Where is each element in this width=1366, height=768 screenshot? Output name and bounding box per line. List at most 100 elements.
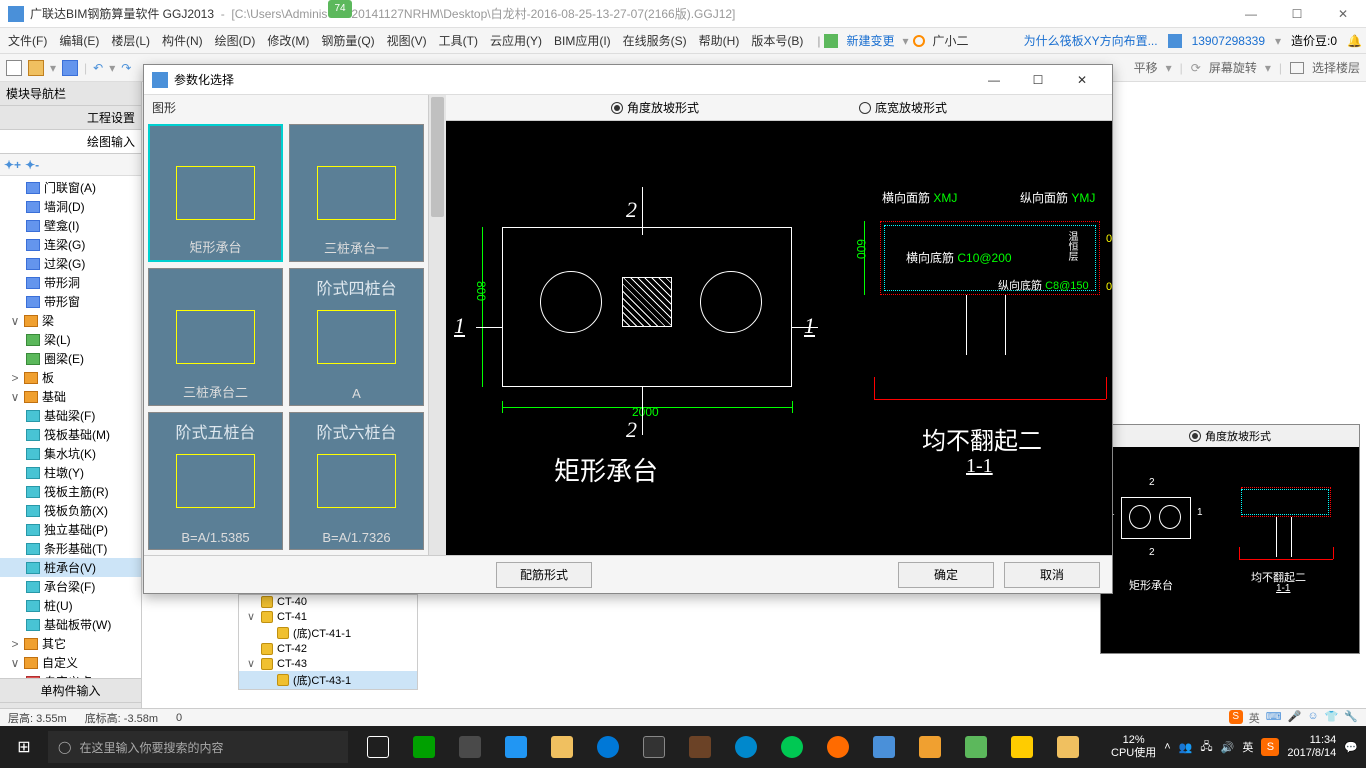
preview-radio-angle[interactable]: 角度放坡形式 [1205, 428, 1271, 444]
tray-smile-icon[interactable]: ☺ [1307, 710, 1318, 726]
select-floor-button[interactable]: 选择楼层 [1312, 59, 1360, 76]
tree-node[interactable]: 筏板主筋(R) [0, 482, 141, 501]
radio-angle-slope[interactable]: 角度放坡形式 [611, 99, 699, 116]
maximize-button[interactable]: ☐ [1274, 0, 1320, 28]
tree-node[interactable]: 承台梁(F) [0, 577, 141, 596]
tree-node[interactable]: ∨自定义 [0, 653, 141, 672]
tray-people-icon[interactable]: 👥 [1179, 741, 1193, 754]
tree-node[interactable]: 过梁(G) [0, 254, 141, 273]
task-folder[interactable] [540, 726, 584, 768]
component-tree[interactable]: 门联窗(A)墙洞(D)壁龛(I)连梁(G)过梁(G)带形洞带形窗∨梁梁(L)圈梁… [0, 176, 141, 678]
task-app7[interactable] [816, 726, 860, 768]
task-app9[interactable] [908, 726, 952, 768]
menu-modify[interactable]: 修改(M) [263, 30, 313, 51]
tree-node[interactable]: 筏板负筋(X) [0, 501, 141, 520]
tree-node[interactable]: 柱墩(Y) [0, 463, 141, 482]
pan-button[interactable]: 平移 [1134, 59, 1158, 76]
tree-node[interactable]: 墙洞(D) [0, 197, 141, 216]
task-app2[interactable] [448, 726, 492, 768]
collapse-icon[interactable]: ✦- [25, 158, 39, 172]
tree-node[interactable]: 桩(U) [0, 596, 141, 615]
tray-ime-icon[interactable]: 英 [1242, 739, 1253, 755]
shape-thumbnail[interactable]: 阶式五桩台B=A/1.5385 [148, 412, 283, 550]
tray-chevron-up-icon[interactable]: ˄ [1164, 741, 1170, 753]
task-app4[interactable] [678, 726, 722, 768]
user-label[interactable]: 广小二 [929, 30, 973, 51]
shape-thumbnail[interactable]: 矩形承台 [148, 124, 283, 262]
component-list-tree[interactable]: CT-40∨CT-41(底)CT-41-1CT-42∨CT-43(底)CT-43… [238, 594, 418, 690]
minimize-button[interactable]: — [1228, 0, 1274, 28]
reinforcement-form-button[interactable]: 配筋形式 [496, 562, 592, 588]
tree-node[interactable]: 独立基础(P) [0, 520, 141, 539]
ime-lang[interactable]: 英 [1249, 710, 1260, 726]
tree-node[interactable]: 筏板基础(M) [0, 425, 141, 444]
task-app5[interactable] [724, 726, 768, 768]
tree-node[interactable]: >板 [0, 368, 141, 387]
tree-node[interactable]: 集水坑(K) [0, 444, 141, 463]
close-button[interactable]: ✕ [1320, 0, 1366, 28]
single-input-tab[interactable]: 单构件输入 [0, 678, 141, 702]
new-change-button[interactable]: 新建变更 [842, 30, 898, 51]
save-icon[interactable] [62, 60, 78, 76]
tree-node[interactable]: 带形洞 [0, 273, 141, 292]
ime-sogou-icon[interactable]: S [1229, 710, 1243, 724]
undo-icon[interactable]: ↶ [93, 61, 103, 75]
list-item[interactable]: ∨CT-43 [239, 656, 417, 671]
search-box[interactable]: ◯ 在这里输入你要搜索的内容 [48, 731, 348, 763]
tray-volume-icon[interactable]: 🔊 [1221, 741, 1235, 754]
rotate-button[interactable]: 屏幕旋转 [1209, 59, 1257, 76]
menu-cloud[interactable]: 云应用(Y) [486, 30, 546, 51]
tray-notifications-icon[interactable]: 💬 [1344, 741, 1358, 754]
list-item[interactable]: (底)CT-41-1 [239, 624, 417, 642]
dialog-minimize-button[interactable]: — [972, 66, 1016, 94]
phone-label[interactable]: 13907298339 [1192, 34, 1265, 48]
task-view-icon[interactable] [356, 726, 400, 768]
redo-icon[interactable]: ↷ [121, 61, 131, 75]
task-app3[interactable] [494, 726, 538, 768]
tray-clock[interactable]: 11:34 2017/8/14 [1287, 734, 1336, 760]
menu-draw[interactable]: 绘图(D) [211, 30, 260, 51]
start-button[interactable]: ⊞ [0, 726, 48, 768]
menu-tools[interactable]: 工具(T) [435, 30, 482, 51]
shape-thumbnail[interactable]: 阶式四桩台A [289, 268, 424, 406]
new-icon[interactable] [6, 60, 22, 76]
tree-node[interactable]: 基础梁(F) [0, 406, 141, 425]
task-app12[interactable] [1046, 726, 1090, 768]
tray-network-icon[interactable]: 🖧 [1200, 738, 1212, 757]
task-app8[interactable] [862, 726, 906, 768]
tree-node[interactable]: 梁(L) [0, 330, 141, 349]
shape-thumbnail[interactable]: 三桩承台一 [289, 124, 424, 262]
tray-keyboard-icon[interactable]: ⌨ [1266, 710, 1282, 726]
menu-bim[interactable]: BIM应用(I) [550, 30, 615, 51]
tree-node[interactable]: 桩承台(V) [0, 558, 141, 577]
menu-rebar[interactable]: 钢筋量(Q) [317, 30, 378, 51]
thumbnail-scrollbar[interactable] [428, 95, 446, 555]
tree-node[interactable]: 圈梁(E) [0, 349, 141, 368]
tab-project-settings[interactable]: 工程设置 [0, 106, 141, 130]
tray-sogou-icon[interactable]: S [1261, 738, 1279, 756]
task-edge[interactable] [586, 726, 630, 768]
tree-node[interactable]: >其它 [0, 634, 141, 653]
task-store[interactable] [632, 726, 676, 768]
expand-icon[interactable]: ✦+ [4, 158, 21, 172]
menu-edit[interactable]: 编辑(E) [55, 30, 103, 51]
menu-component[interactable]: 构件(N) [158, 30, 207, 51]
open-icon[interactable] [28, 60, 44, 76]
ok-button[interactable]: 确定 [898, 562, 994, 588]
menu-view[interactable]: 视图(V) [383, 30, 431, 51]
menu-floor[interactable]: 楼层(L) [107, 30, 154, 51]
tab-drawing-input[interactable]: 绘图输入 [0, 130, 141, 154]
tray-shirt-icon[interactable]: 👕 [1325, 710, 1339, 726]
tray-mic-icon[interactable]: 🎤 [1288, 710, 1302, 726]
shape-thumbnail[interactable]: 阶式六桩台B=A/1.7326 [289, 412, 424, 550]
cancel-button[interactable]: 取消 [1004, 562, 1100, 588]
dialog-close-button[interactable]: ✕ [1060, 66, 1104, 94]
menu-online[interactable]: 在线服务(S) [619, 30, 691, 51]
menu-version[interactable]: 版本号(B) [747, 30, 807, 51]
radio-width-slope[interactable]: 底宽放坡形式 [859, 99, 947, 116]
tree-node[interactable]: 基础板带(W) [0, 615, 141, 634]
tip-link[interactable]: 为什么筏板XY方向布置... [1024, 32, 1158, 49]
list-item[interactable]: ∨CT-41 [239, 609, 417, 624]
menu-help[interactable]: 帮助(H) [695, 30, 744, 51]
tree-node[interactable]: 门联窗(A) [0, 178, 141, 197]
